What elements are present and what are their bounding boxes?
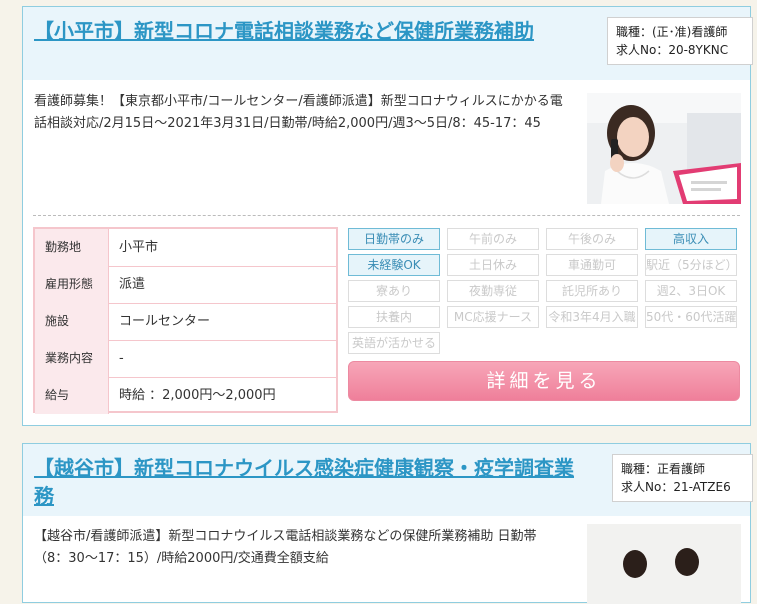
job-info-box: 職種：正看護師 求人No：21-ATZE6 xyxy=(612,454,753,502)
tag-english[interactable]: 英語が活かせる xyxy=(348,332,440,354)
tag-near-station[interactable]: 駅近（5分ほど） xyxy=(645,254,737,276)
view-details-button[interactable]: 詳細を見る xyxy=(348,361,740,401)
spec-value: コールセンター xyxy=(119,314,211,329)
spec-row-employment-type: 雇用形態 派遣 xyxy=(35,266,336,304)
tag-childcare[interactable]: 託児所あり xyxy=(546,280,638,302)
nurses-photo xyxy=(587,524,741,604)
section-divider xyxy=(33,215,740,216)
spec-label: 雇用形態 xyxy=(35,266,109,303)
tag-mc-support-nurse[interactable]: MC応援ナース xyxy=(447,306,539,328)
spec-value: 派遣 xyxy=(119,277,146,292)
spec-label: 勤務地 xyxy=(35,229,109,266)
spec-label: 業務内容 xyxy=(35,340,109,377)
spec-value: 小平市 xyxy=(119,240,159,255)
job-card: 【小平市】新型コロナ電話相談業務など保健所業務補助 職種：(正･准)看護師 求人… xyxy=(22,6,753,426)
job-title-link[interactable]: 【越谷市】新型コロナウイルス感染症健康観察・疫学調査業務 xyxy=(34,454,579,510)
tag-day-shift-only[interactable]: 日勤帯のみ xyxy=(348,228,440,250)
spec-row-facility: 施設 コールセンター xyxy=(35,303,336,341)
job-occupation: 職種：(正･准)看護師 xyxy=(616,25,728,39)
job-title-link[interactable]: 【小平市】新型コロナ電話相談業務など保健所業務補助 xyxy=(34,17,579,45)
tag-car-commute[interactable]: 車通勤可 xyxy=(546,254,638,276)
job-number: 求人No：20-8YKNC xyxy=(616,43,729,57)
spec-label: 施設 xyxy=(35,303,109,340)
tag-high-income[interactable]: 高収入 xyxy=(645,228,737,250)
spec-row-duties: 業務内容 - xyxy=(35,340,336,378)
tag-50s-60s[interactable]: 50代・60代活躍 xyxy=(645,306,737,328)
tag-april-start[interactable]: 令和3年4月入職 xyxy=(546,306,638,328)
spec-value: 時給 ：2,000円～2,000円 xyxy=(119,388,276,403)
tag-dependent[interactable]: 扶養内 xyxy=(348,306,440,328)
job-card: 【越谷市】新型コロナウイルス感染症健康観察・疫学調査業務 職種：正看護師 求人N… xyxy=(22,443,753,604)
tag-afternoon-only[interactable]: 午後のみ xyxy=(546,228,638,250)
job-spec-table: 勤務地 小平市 雇用形態 派遣 施設 コールセンター 業務内容 - 給与 時給 … xyxy=(33,227,338,414)
spec-row-salary: 給与 時給 ：2,000円～2,000円 xyxy=(35,377,336,414)
spec-value: - xyxy=(119,351,124,366)
job-card-header: 【小平市】新型コロナ電話相談業務など保健所業務補助 職種：(正･准)看護師 求人… xyxy=(23,7,753,80)
job-number: 求人No：21-ATZE6 xyxy=(621,480,731,494)
tag-morning-only[interactable]: 午前のみ xyxy=(447,228,539,250)
job-description: 看護師募集！【東京都小平市/コールセンター/看護師派遣】新型コロナウィルスにかか… xyxy=(34,94,563,131)
job-info-box: 職種：(正･准)看護師 求人No：20-8YKNC xyxy=(607,17,753,65)
spec-label: 給与 xyxy=(35,377,109,414)
tag-night-shift-only[interactable]: 夜勤専従 xyxy=(447,280,539,302)
nurse-on-phone-photo xyxy=(587,93,741,204)
job-occupation: 職種：正看護師 xyxy=(621,462,706,476)
tag-2-3-days-week[interactable]: 週2、3日OK xyxy=(645,280,737,302)
tag-no-experience-ok[interactable]: 未経験OK xyxy=(348,254,440,276)
spec-row-location: 勤務地 小平市 xyxy=(35,229,336,267)
job-description: 【越谷市/看護師派遣】新型コロナウイルス電話相談業務などの保健所業務補助 日勤帯… xyxy=(34,529,537,566)
tag-weekends-off[interactable]: 土日休み xyxy=(447,254,539,276)
tag-dormitory[interactable]: 寮あり xyxy=(348,280,440,302)
job-card-header: 【越谷市】新型コロナウイルス感染症健康観察・疫学調査業務 職種：正看護師 求人N… xyxy=(23,444,753,516)
